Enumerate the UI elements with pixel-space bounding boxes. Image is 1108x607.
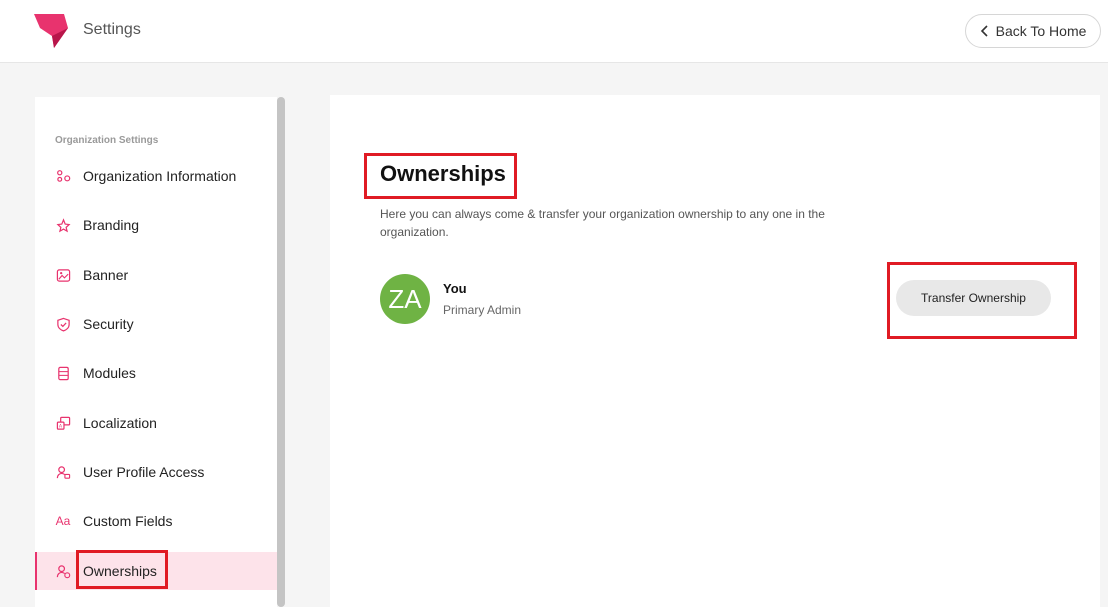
- settings-sidebar: Organization Settings Organization Infor…: [35, 97, 277, 607]
- owner-role: Primary Admin: [443, 303, 522, 317]
- sidebar-item-ownerships[interactable]: Ownerships: [35, 552, 277, 590]
- user-profile-icon: [55, 464, 71, 480]
- chevron-left-icon: [980, 25, 988, 37]
- sidebar-heading: Organization Settings: [55, 135, 159, 146]
- custom-fields-icon: Aa: [55, 514, 71, 528]
- ownership-icon: [55, 563, 71, 579]
- sidebar-item-modules[interactable]: Modules: [35, 354, 277, 392]
- org-info-icon: [55, 168, 71, 184]
- sidebar-item-localization[interactable]: A Localization: [35, 404, 277, 442]
- modules-icon: [55, 365, 71, 381]
- sidebar-scrollbar[interactable]: [277, 97, 285, 607]
- brand-logo-icon[interactable]: [34, 14, 70, 48]
- sidebar-item-custom-fields[interactable]: Aa Custom Fields: [35, 502, 277, 540]
- branding-icon: [55, 217, 71, 233]
- page-description: Here you can always come & transfer your…: [380, 207, 825, 239]
- sidebar-item-label: Custom Fields: [83, 513, 173, 529]
- sidebar-item-label: Banner: [83, 267, 129, 283]
- owner-name: You: [443, 281, 467, 296]
- sidebar-item-user-profile-access[interactable]: User Profile Access: [35, 453, 277, 491]
- back-to-home-button[interactable]: Back To Home: [965, 14, 1101, 48]
- banner-icon: [55, 267, 71, 283]
- shield-icon: [55, 316, 71, 332]
- sidebar-item-label: Branding: [83, 217, 140, 233]
- back-to-home-label: Back To Home: [995, 23, 1087, 39]
- sidebar-item-banner[interactable]: Banner: [35, 256, 277, 294]
- sidebar-item-label: Localization: [83, 415, 157, 431]
- app-title: Settings: [83, 21, 141, 38]
- localization-icon: A: [55, 415, 71, 431]
- sidebar-item-label: Modules: [83, 365, 136, 381]
- page-title: Ownerships: [380, 161, 506, 186]
- top-bar: Settings Back To Home: [0, 0, 1108, 63]
- sidebar-item-label: Organization Information: [83, 168, 237, 184]
- sidebar-item-branding[interactable]: Branding: [35, 206, 277, 244]
- sidebar-item-organization-information[interactable]: Organization Information: [35, 157, 277, 195]
- sidebar-item-label: User Profile Access: [83, 464, 205, 480]
- sidebar-item-security[interactable]: Security: [35, 305, 277, 343]
- sidebar-item-label: Ownerships: [83, 563, 157, 579]
- avatar: ZA: [380, 274, 430, 324]
- sidebar-item-label: Security: [83, 316, 134, 332]
- ownerships-panel: Ownerships Here you can always come & tr…: [330, 95, 1100, 607]
- transfer-ownership-button[interactable]: Transfer Ownership: [896, 280, 1051, 316]
